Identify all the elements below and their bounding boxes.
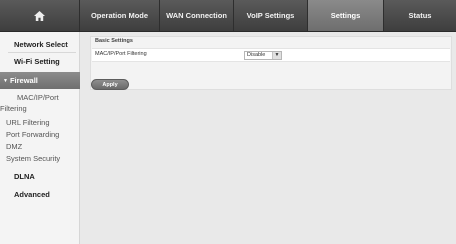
home-tab[interactable] <box>0 0 80 31</box>
sidebar-item-firewall[interactable]: ▼ Firewall <box>0 72 80 89</box>
apply-button[interactable]: Apply <box>91 79 129 90</box>
expand-triangle-icon: ▼ <box>3 77 8 84</box>
sidebar: Network Select Wi-Fi Setting ▼ Firewall … <box>0 32 80 244</box>
sidebar-item-dlna[interactable]: DLNA <box>0 172 35 181</box>
mac-ip-port-filtering-label: MAC/IP/Port Filtering <box>95 51 147 57</box>
sidebar-subitem-url-filtering[interactable]: URL Filtering <box>6 117 49 128</box>
tab-wan-connection[interactable]: WAN Connection <box>160 0 234 31</box>
home-icon[interactable] <box>34 10 45 21</box>
main-content: Basic Settings MAC/IP/Port Filtering Dis… <box>81 32 456 244</box>
sidebar-subitem-label-line1: MAC/IP/Port <box>17 93 59 102</box>
sidebar-subitem-system-security[interactable]: System Security <box>6 153 60 164</box>
tab-voip-settings[interactable]: VoIP Settings <box>234 0 308 31</box>
sidebar-item-network-select[interactable]: Network Select <box>0 40 68 49</box>
sidebar-item-advanced[interactable]: Advanced <box>0 190 50 199</box>
sidebar-subitem-dmz[interactable]: DMZ <box>6 141 22 152</box>
filtering-select[interactable]: Disable ▼ <box>244 50 282 60</box>
sidebar-divider <box>8 52 76 53</box>
sidebar-item-firewall-label: Firewall <box>9 76 38 85</box>
chevron-down-icon[interactable]: ▼ <box>272 51 281 59</box>
tab-operation-mode[interactable]: Operation Mode <box>80 0 160 31</box>
sidebar-subitem-label-line2: Filtering <box>0 104 27 113</box>
basic-settings-panel: Basic Settings MAC/IP/Port Filtering Dis… <box>90 36 452 90</box>
tab-settings[interactable]: Settings <box>308 0 384 31</box>
tab-status[interactable]: Status <box>384 0 456 31</box>
sidebar-item-wifi-setting[interactable]: Wi-Fi Setting <box>0 57 60 66</box>
filtering-select-value: Disable <box>247 52 266 58</box>
sidebar-subitem-port-forwarding[interactable]: Port Forwarding <box>6 129 59 140</box>
section-title: Basic Settings <box>95 38 133 44</box>
top-nav-bar: Operation Mode WAN Connection VoIP Setti… <box>0 0 456 32</box>
